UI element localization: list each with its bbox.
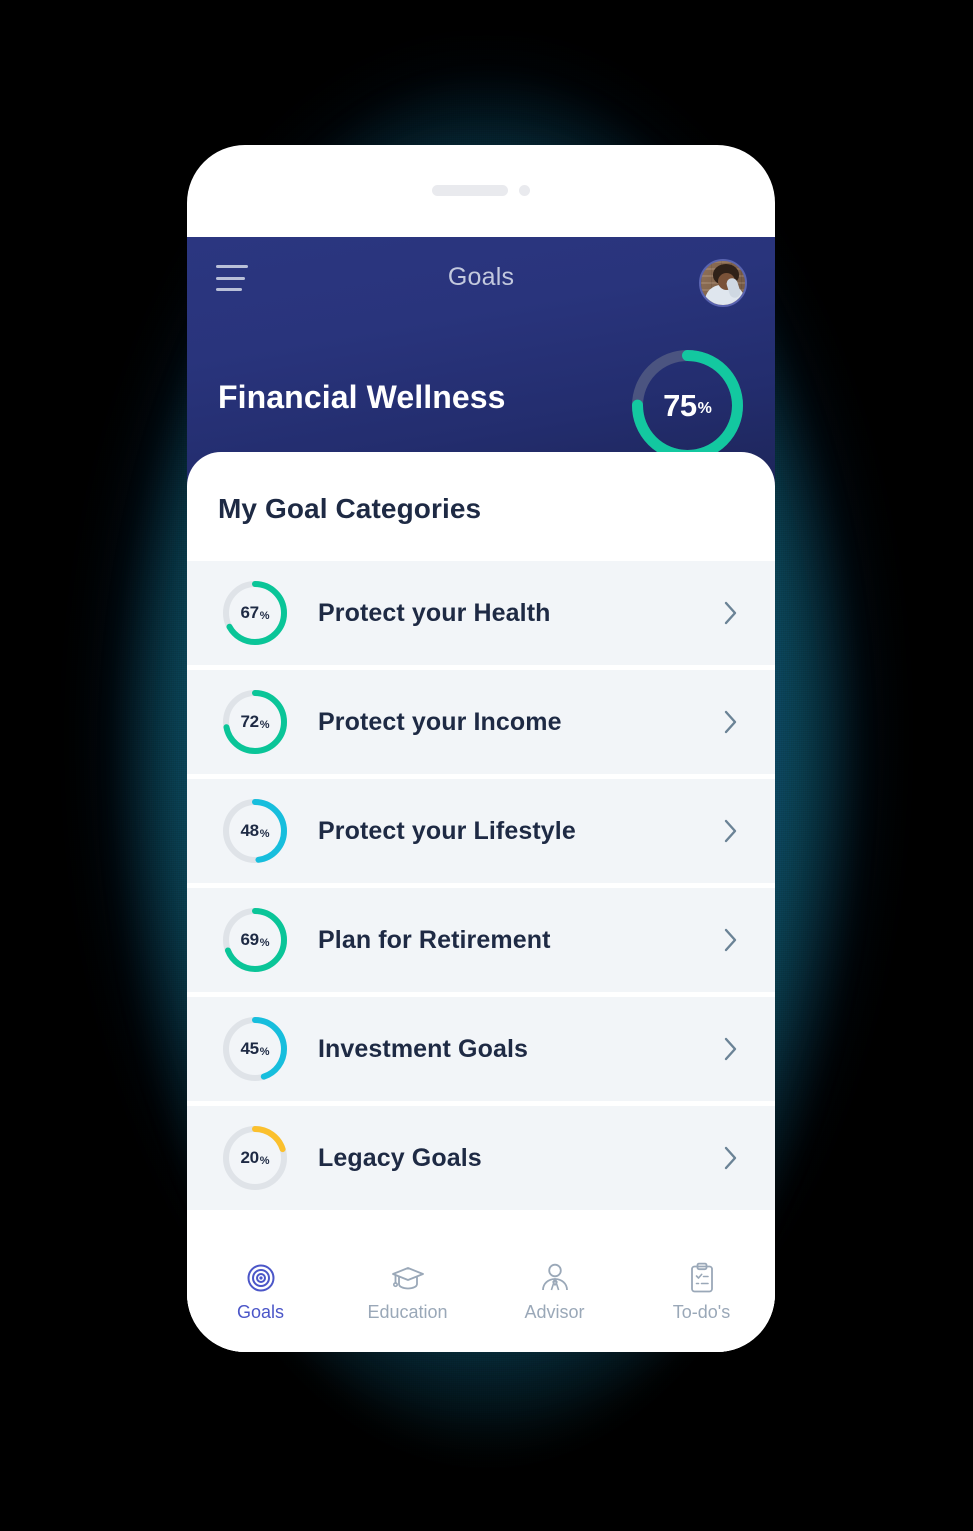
ring-unit: % [259,1154,270,1167]
goal-categories-card: My Goal Categories 67% Protect your Healt… [187,452,775,1352]
chevron-right-icon[interactable] [724,928,738,952]
ring-value: 45 [240,1039,259,1058]
goal-label: Plan for Retirement [318,925,551,954]
ring-value: 72 [240,712,259,731]
ring-value-group: 48% [220,796,290,866]
goal-label: Investment Goals [318,1034,528,1063]
ring-value-group: 45% [220,1014,290,1084]
goal-row-protect-your-health[interactable]: 67% Protect your Health [187,561,775,665]
gauge-unit: % [697,400,712,417]
goal-row-plan-for-retirement[interactable]: 69% Plan for Retirement [187,888,775,992]
speaker-grille-icon [432,185,508,196]
nav-item-advisor[interactable]: Advisor [495,1261,615,1323]
chevron-right-icon[interactable] [724,601,738,625]
ring-unit: % [259,718,270,731]
app-header: Goals Financial Wellness 75 % [187,237,775,487]
goal-category-list: 67% Protect your Health 72% Protect your In… [187,561,775,1210]
wellness-title: Financial Wellness [218,379,506,415]
advisor-person-icon [539,1261,571,1295]
bottom-navigation: Goals Education Advisor To-do's [187,1248,775,1352]
phone-device: Goals Financial Wellness 75 % My Goal Ca… [187,145,775,1352]
progress-ring: 69% [220,905,290,975]
front-camera-icon [519,185,530,196]
target-icon [246,1261,276,1295]
goal-label: Protect your Income [318,707,562,736]
ring-unit: % [259,1045,270,1058]
avatar[interactable] [699,259,747,307]
progress-ring: 72% [220,687,290,757]
progress-ring: 48% [220,796,290,866]
nav-item-label: To-do's [672,1302,731,1322]
ring-value: 20 [240,1148,259,1167]
goal-row-protect-your-lifestyle[interactable]: 48% Protect your Lifestyle [187,779,775,883]
chevron-right-icon[interactable] [724,1146,738,1170]
ring-value-group: 20% [220,1123,290,1193]
ring-value: 48 [240,821,259,840]
gauge-value: 75 [663,387,697,423]
goal-row-protect-your-income[interactable]: 72% Protect your Income [187,670,775,774]
chevron-right-icon[interactable] [724,1037,738,1061]
device-notch [187,185,775,196]
goal-row-legacy-goals[interactable]: 20% Legacy Goals [187,1106,775,1210]
graduation-cap-icon [391,1261,425,1295]
ring-value: 69 [240,930,259,949]
ring-unit: % [259,827,270,840]
chevron-right-icon[interactable] [724,819,738,843]
ring-value-group: 67% [220,578,290,648]
nav-item-to-do-s[interactable]: To-do's [642,1261,762,1323]
chevron-right-icon[interactable] [724,710,738,734]
progress-ring: 45% [220,1014,290,1084]
nav-item-goals[interactable]: Goals [201,1261,321,1323]
wellness-gauge: 75 % [627,345,748,466]
top-bar: Goals [187,237,775,329]
progress-ring: 20% [220,1123,290,1193]
screenshot-stage: Goals Financial Wellness 75 % My Goal Ca… [0,0,973,1531]
goal-label: Protect your Health [318,598,551,627]
clipboard-check-icon [689,1261,715,1295]
nav-item-education[interactable]: Education [348,1261,468,1323]
gauge-value-group: 75 % [627,345,748,466]
section-title: My Goal Categories [218,493,482,524]
progress-ring: 67% [220,578,290,648]
goal-row-investment-goals[interactable]: 45% Investment Goals [187,997,775,1101]
ring-unit: % [259,936,270,949]
nav-item-label: Goals [236,1302,285,1322]
ring-value-group: 69% [220,905,290,975]
goal-label: Protect your Lifestyle [318,816,576,845]
ring-value: 67 [240,603,259,622]
nav-item-label: Advisor [524,1302,585,1322]
goal-label: Legacy Goals [318,1143,482,1172]
nav-item-label: Education [367,1302,448,1322]
ring-unit: % [259,609,270,622]
page-title: Goals [447,263,515,291]
ring-value-group: 72% [220,687,290,757]
